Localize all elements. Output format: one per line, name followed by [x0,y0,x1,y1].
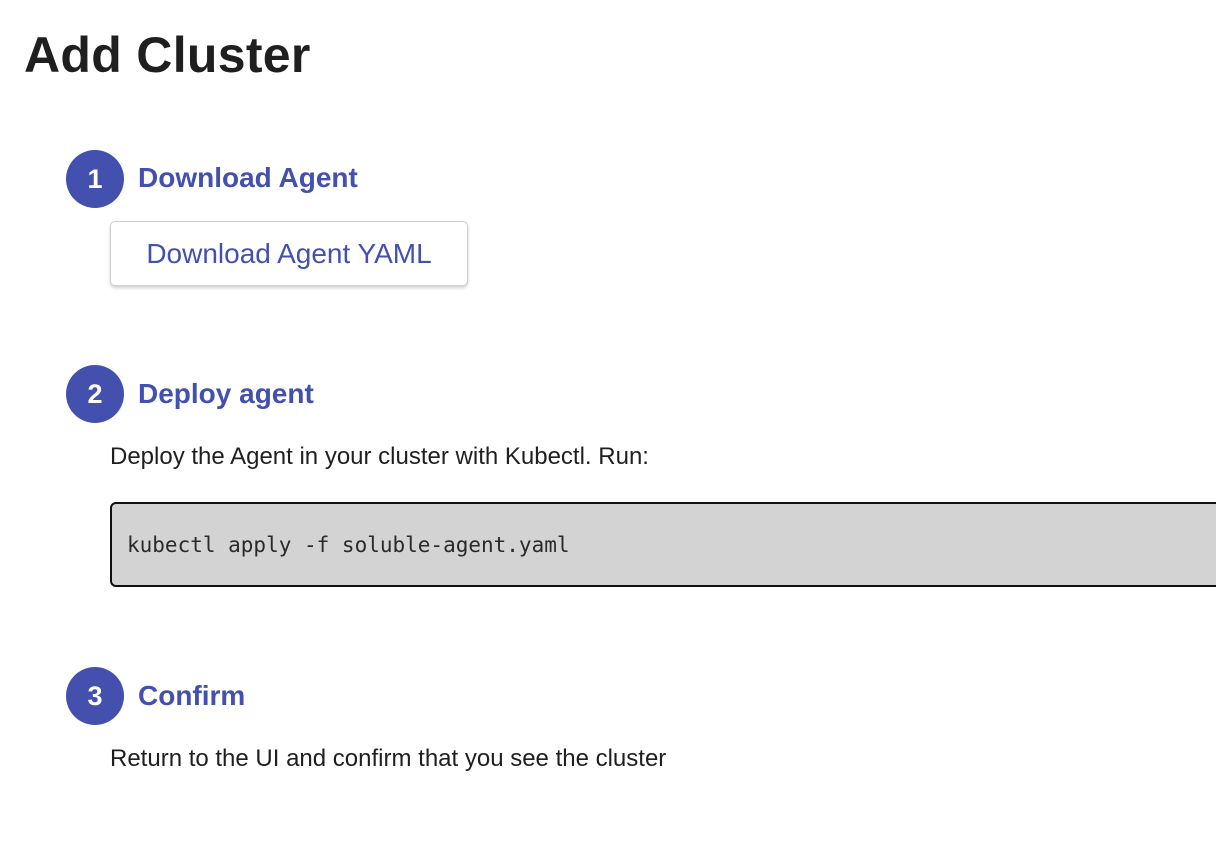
step-2-title: Deploy agent [138,378,314,409]
kubectl-command-block[interactable]: kubectl apply -f soluble-agent.yaml [110,502,1216,587]
kubectl-command-text[interactable]: kubectl apply -f soluble-agent.yaml [127,533,570,557]
step-3-description: Return to the UI and confirm that you se… [110,745,667,772]
step-2-number-badge: 2 [66,365,124,423]
download-agent-yaml-button[interactable]: Download Agent YAML [110,221,468,286]
step-2-description: Deploy the Agent in your cluster with Ku… [110,443,649,470]
step-3-title: Confirm [138,680,246,711]
page-title: Add Cluster [24,27,311,83]
step-1-title: Download Agent [138,162,358,193]
step-3-number-badge: 3 [66,667,124,725]
step-1-number-badge: 1 [66,150,124,208]
